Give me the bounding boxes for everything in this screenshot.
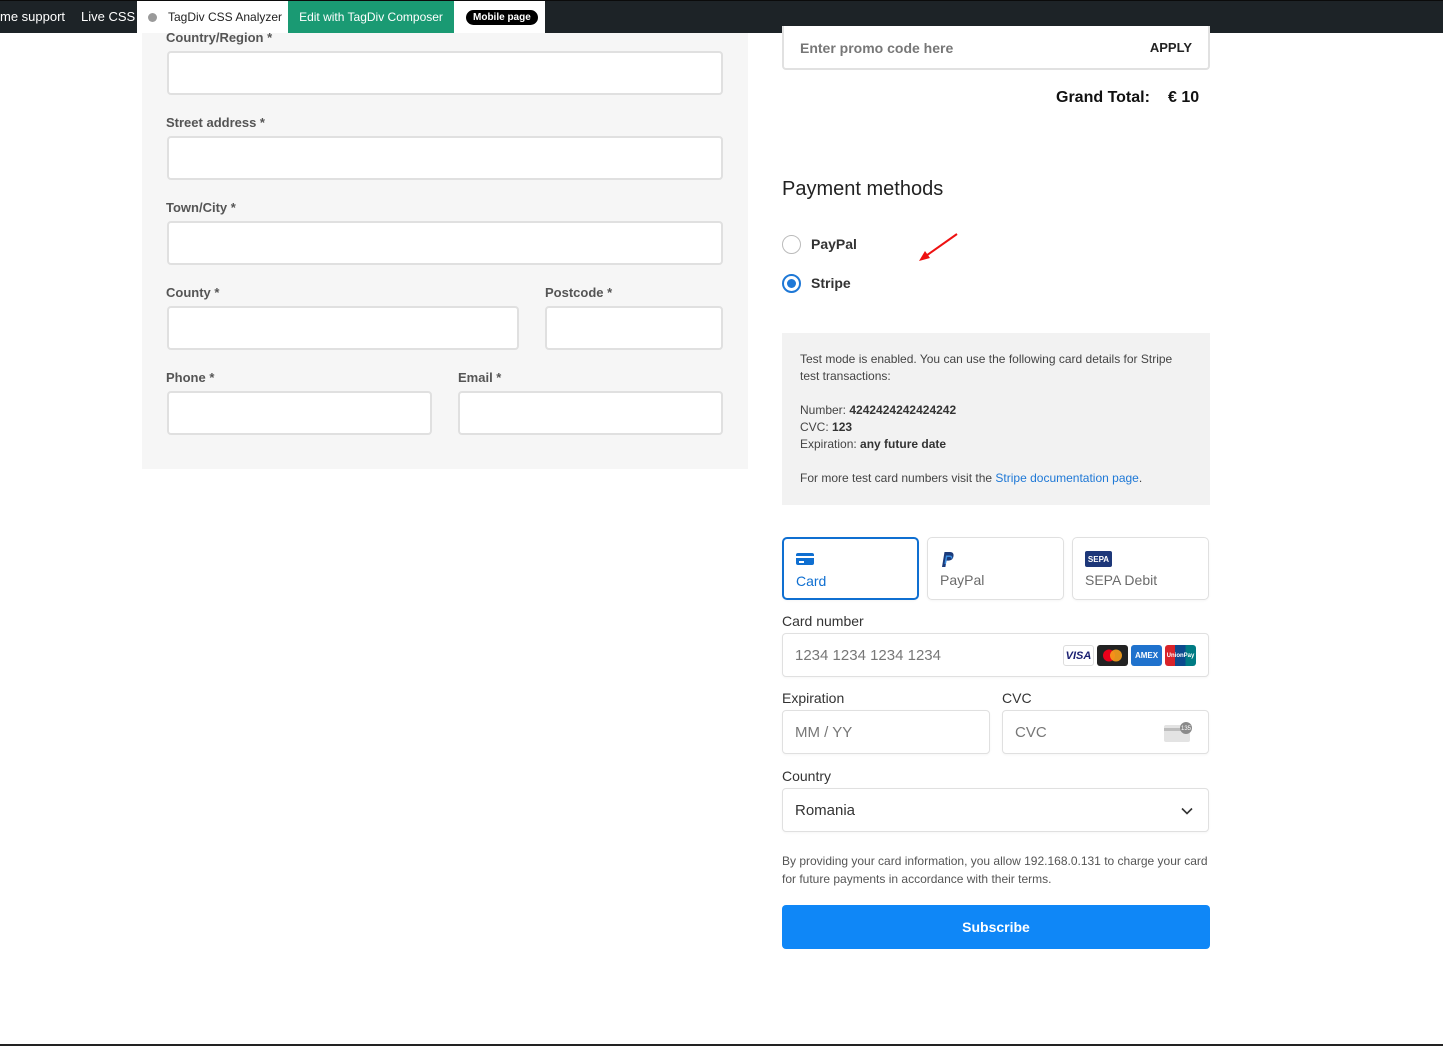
phone-label: Phone *	[166, 370, 215, 385]
mobile-page-badge: Mobile page	[466, 10, 538, 25]
admin-bar-support-link[interactable]: me support	[0, 1, 65, 33]
admin-bar-css-analyzer[interactable]: TagDiv CSS Analyzer	[137, 1, 288, 33]
mastercard-icon	[1097, 645, 1128, 666]
cvc-card-icon: 135	[1164, 722, 1192, 742]
email-input[interactable]	[458, 391, 723, 435]
card-number-label: Card number	[782, 613, 864, 629]
card-number-placeholder: 1234 1234 1234 1234	[795, 647, 941, 664]
country-select[interactable]: Romania	[782, 788, 1209, 832]
expiration-input[interactable]: MM / YY	[782, 710, 990, 754]
email-label: Email *	[458, 370, 502, 385]
chevron-down-icon	[1181, 807, 1193, 815]
paypal-radio-label[interactable]: PayPal	[811, 236, 857, 252]
country-region-input[interactable]	[167, 51, 723, 95]
edit-with-composer-button[interactable]: Edit with TagDiv Composer	[288, 1, 454, 33]
red-arrow-annotation-icon	[919, 233, 958, 261]
expiration-placeholder: MM / YY	[795, 724, 853, 741]
paypal-radio[interactable]	[782, 235, 801, 254]
grand-total-label: Grand Total:	[1056, 89, 1150, 106]
subscribe-button[interactable]: Subscribe	[782, 905, 1210, 949]
stripe-radio[interactable]	[782, 274, 801, 293]
tab-paypal[interactable]: PayPal	[927, 537, 1064, 600]
paypal-icon	[942, 552, 954, 567]
tab-card-label: Card	[796, 573, 827, 589]
cvc-input[interactable]: CVC 135	[1002, 710, 1209, 754]
stripe-radio-label[interactable]: Stripe	[811, 275, 851, 291]
promo-code-field: Enter promo code here APPLY	[782, 26, 1210, 70]
cvc-placeholder: CVC	[1015, 724, 1047, 741]
town-city-label: Town/City *	[166, 200, 236, 215]
notice-more: For more test card numbers visit the Str…	[800, 471, 1143, 485]
tab-sepa-debit[interactable]: SEPA SEPA Debit	[1072, 537, 1209, 600]
notice-expiration: Expiration: any future date	[800, 437, 947, 451]
county-input[interactable]	[167, 306, 519, 350]
town-city-input[interactable]	[167, 221, 723, 265]
street-address-label: Street address *	[166, 115, 265, 130]
notice-intro: Test mode is enabled. You can use the fo…	[800, 352, 1173, 383]
tab-sepa-debit-label: SEPA Debit	[1085, 572, 1158, 588]
card-terms-text: By providing your card information, you …	[782, 854, 1208, 886]
status-dot-icon	[148, 13, 157, 22]
apply-promo-button[interactable]: APPLY	[1150, 40, 1192, 55]
svg-text:135: 135	[1181, 726, 1192, 732]
test-mode-notice: Test mode is enabled. You can use the fo…	[782, 333, 1210, 505]
card-brands: VISA AMEX UnionPay	[1063, 645, 1196, 666]
country-region-label: Country/Region *	[166, 30, 273, 45]
admin-bar: me support Live CSS TagDiv CSS Analyzer …	[0, 0, 1443, 33]
promo-code-input[interactable]: Enter promo code here	[800, 40, 953, 56]
county-label: County *	[166, 285, 220, 300]
tab-card[interactable]: Card	[782, 537, 919, 600]
visa-icon: VISA	[1063, 645, 1094, 666]
postcode-input[interactable]	[545, 306, 723, 350]
country-select-value: Romania	[795, 802, 856, 819]
admin-bar-live-css-link[interactable]: Live CSS	[81, 1, 135, 33]
payment-methods-title: Payment methods	[782, 178, 944, 200]
notice-number: Number: 4242424242424242	[800, 403, 957, 417]
mobile-page-button[interactable]: Mobile page	[454, 1, 545, 33]
css-analyzer-label: TagDiv CSS Analyzer	[168, 10, 283, 24]
country-label: Country	[782, 768, 832, 784]
phone-input[interactable]	[167, 391, 432, 435]
card-number-input[interactable]: 1234 1234 1234 1234 VISA AMEX UnionPay	[782, 633, 1209, 677]
street-address-input[interactable]	[167, 136, 723, 180]
postcode-label: Postcode *	[545, 285, 613, 300]
sepa-icon: SEPA	[1085, 551, 1112, 567]
card-icon	[796, 553, 814, 565]
tab-paypal-label: PayPal	[940, 572, 985, 588]
stripe-docs-link[interactable]: Stripe documentation page	[995, 471, 1138, 485]
amex-icon: AMEX	[1131, 645, 1162, 666]
grand-total-value: € 10	[1168, 89, 1200, 106]
svg-text:SEPA: SEPA	[1088, 555, 1109, 564]
notice-cvc: CVC: 123	[800, 420, 853, 434]
unionpay-icon: UnionPay	[1165, 645, 1196, 666]
cvc-label: CVC	[1002, 690, 1032, 706]
expiration-label: Expiration	[782, 690, 845, 706]
